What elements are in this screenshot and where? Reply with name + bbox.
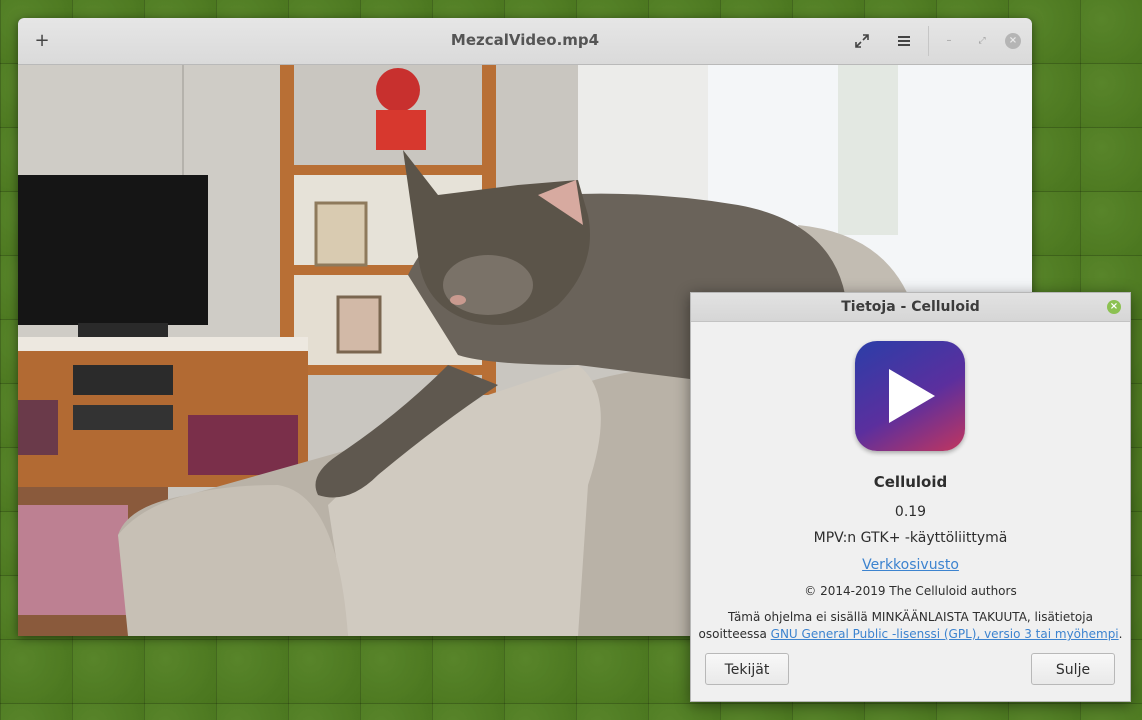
copyright-text: © 2014-2019 The Celluloid authors [804, 584, 1017, 598]
celluloid-logo-icon [855, 341, 965, 451]
about-close-icon[interactable]: × [1107, 300, 1121, 314]
maximize-button[interactable]: ⤢ [974, 33, 990, 49]
about-titlebar: Tietoja - Celluloid × [691, 293, 1130, 322]
credits-button[interactable]: Tekijät [705, 653, 789, 685]
close-dialog-button[interactable]: Sulje [1031, 653, 1115, 685]
about-dialog: Tietoja - Celluloid × Celluloid 0.19 MPV… [690, 292, 1131, 702]
app-version: 0.19 [894, 504, 927, 520]
license-text: Tämä ohjelma ei sisällä MINKÄÄNLAISTA TA… [691, 609, 1130, 643]
license-prefix: osoitteessa [698, 627, 767, 641]
license-link[interactable]: GNU General Public -lisenssi (GPL), vers… [771, 627, 1119, 641]
fullscreen-icon[interactable] [850, 29, 874, 53]
website-link[interactable]: Verkkosivusto [862, 557, 959, 573]
header-separator [928, 26, 929, 56]
window-title: MezcalVideo.mp4 [450, 31, 600, 49]
minimize-button[interactable]: – [941, 33, 957, 49]
close-button[interactable]: × [1005, 33, 1021, 49]
header-bar: + MezcalVideo.mp4 – ⤢ × [18, 18, 1032, 65]
license-line-2: osoitteessa GNU General Public -lisenssi… [691, 626, 1130, 643]
hamburger-menu-icon[interactable] [892, 29, 916, 53]
app-name: Celluloid [873, 473, 948, 491]
license-line-1: Tämä ohjelma ei sisällä MINKÄÄNLAISTA TA… [728, 610, 1093, 624]
about-dialog-title: Tietoja - Celluloid [841, 299, 980, 315]
app-comment: MPV:n GTK+ -käyttöliittymä [813, 530, 1008, 546]
website-link-row: Verkkosivusto [691, 557, 1130, 573]
license-suffix: . [1118, 627, 1123, 641]
